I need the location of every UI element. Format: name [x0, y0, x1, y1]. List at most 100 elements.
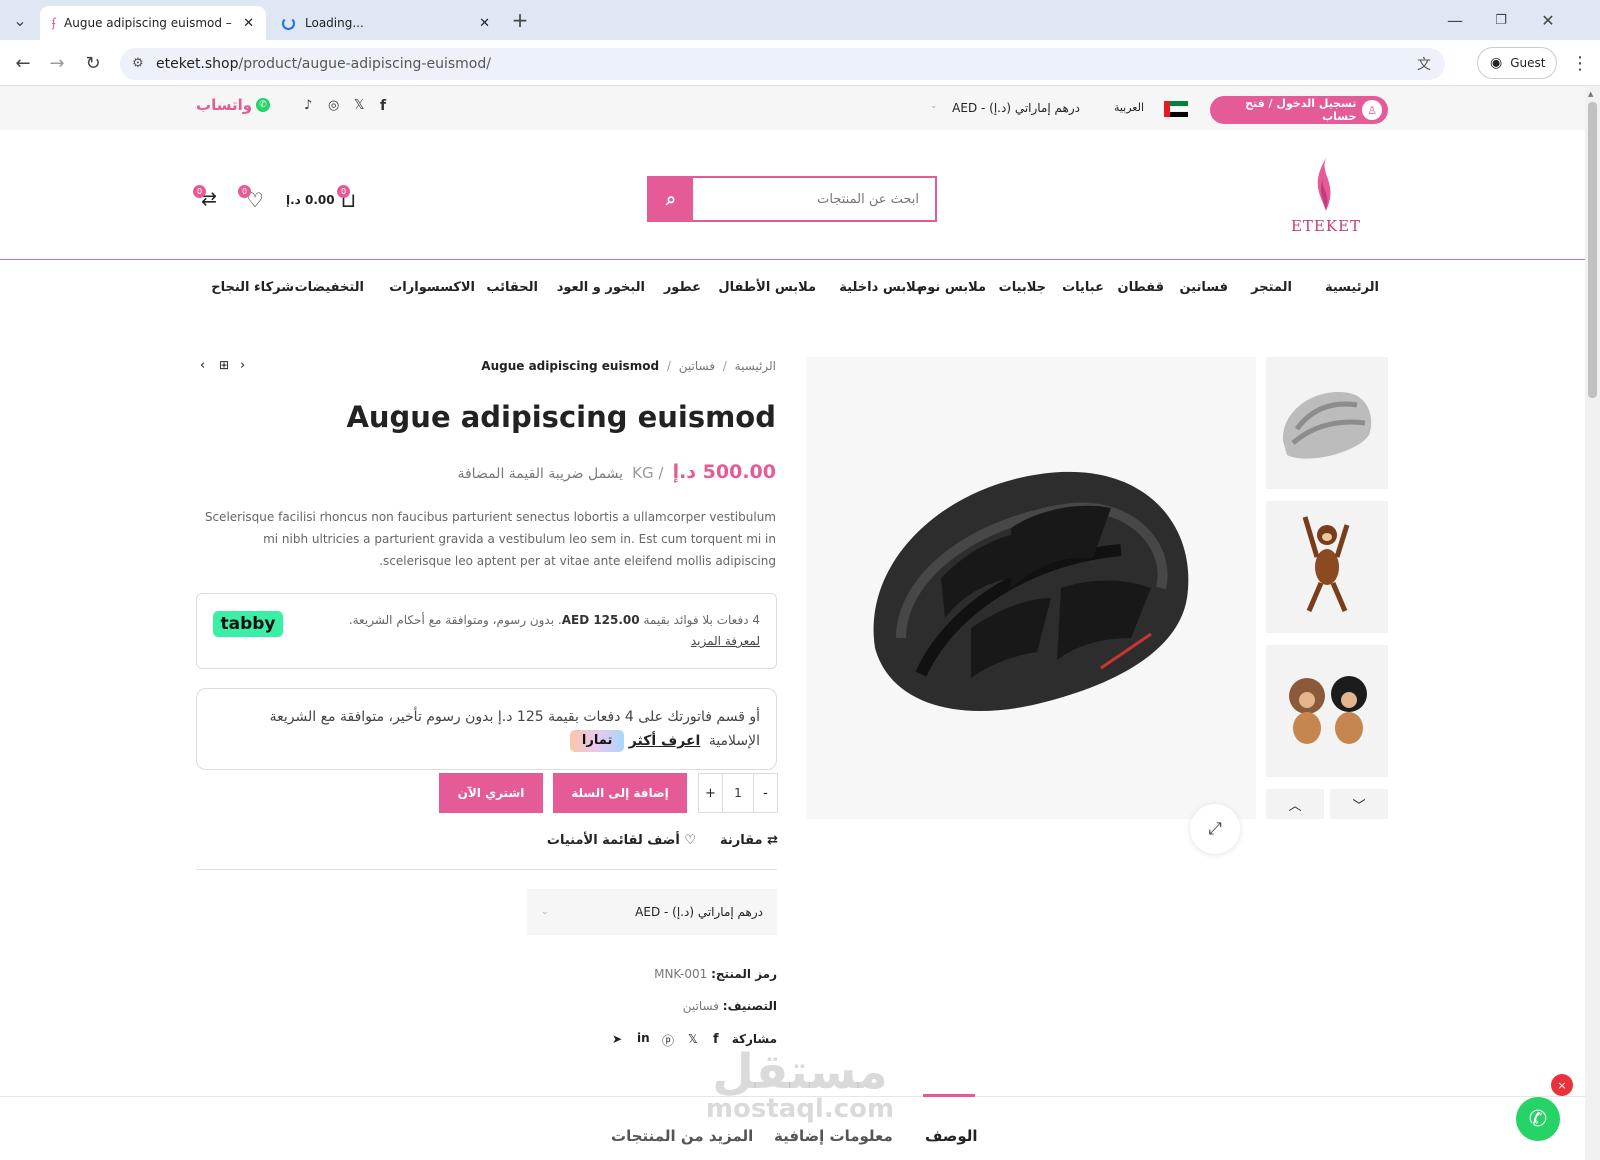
- language-switcher[interactable]: العربية: [1100, 101, 1144, 114]
- add-to-cart-button[interactable]: إضافة إلى السلة: [553, 773, 687, 813]
- browser-tab[interactable]: Loading... ✕: [270, 6, 502, 40]
- instagram-icon[interactable]: ◎: [328, 98, 339, 113]
- heart-icon: ♡: [684, 833, 696, 848]
- tab-more-products[interactable]: المزيد من المنتجات: [611, 1127, 753, 1145]
- whatsapp-chat-button[interactable]: ✆: [1516, 1097, 1560, 1141]
- compare-icon: ⇄: [767, 833, 778, 848]
- site-info-icon[interactable]: ⚙: [132, 56, 144, 71]
- pinterest-share-icon[interactable]: ⓟ: [662, 1032, 674, 1049]
- forward-icon[interactable]: →: [44, 50, 70, 76]
- gallery-thumbnail[interactable]: [1266, 645, 1388, 777]
- currency-switcher[interactable]: درهم إماراتي (د.إ) - AED: [930, 101, 1080, 115]
- page-scrollbar[interactable]: ▲: [1585, 86, 1600, 1160]
- quantity-input[interactable]: [723, 774, 753, 812]
- grid-icon[interactable]: ⊞: [219, 358, 229, 372]
- nav-item-partners[interactable]: شركاء النجاح: [211, 280, 294, 295]
- x-twitter-icon[interactable]: 𝕏: [354, 98, 364, 113]
- next-product-icon[interactable]: ›: [240, 358, 245, 373]
- breadcrumb-separator: /: [722, 359, 727, 373]
- linkedin-share-icon[interactable]: in: [637, 1031, 650, 1045]
- nav-item-underwear[interactable]: ملابس داخلية: [839, 280, 924, 295]
- facebook-icon[interactable]: f: [380, 98, 386, 114]
- restore-icon[interactable]: ❐: [1489, 8, 1513, 32]
- nav-item-sale[interactable]: التخفيضات: [295, 280, 364, 295]
- nav-item-abayas[interactable]: عبايات: [1062, 280, 1104, 295]
- nav-item-kids[interactable]: ملابس الأطفال: [718, 280, 816, 295]
- tab-additional-info[interactable]: معلومات إضافية: [774, 1127, 893, 1145]
- address-bar[interactable]: ⚙ eteket.shop/product/augue-adipiscing-e…: [120, 48, 1445, 80]
- close-chat-button[interactable]: ×: [1551, 1074, 1573, 1096]
- search-input[interactable]: [693, 178, 935, 220]
- tab-search-icon[interactable]: ⌄: [8, 8, 32, 32]
- gallery-thumbnail[interactable]: [1266, 357, 1388, 489]
- quantity-increase-button[interactable]: +: [699, 774, 723, 812]
- back-icon[interactable]: ←: [10, 50, 36, 76]
- tab-description[interactable]: الوصف: [925, 1127, 978, 1145]
- image-zoom-button[interactable]: ⤢: [1190, 804, 1240, 854]
- add-to-wishlist-link[interactable]: ♡ أضف لقائمة الأمنيات: [540, 833, 696, 848]
- close-window-icon[interactable]: ✕: [1536, 8, 1560, 32]
- nav-item-kaftan[interactable]: قفطان: [1117, 280, 1164, 295]
- tab-title: Loading...: [305, 16, 364, 30]
- price-amount: 500.00 د.إ: [672, 461, 776, 483]
- main-product-image[interactable]: [806, 357, 1256, 819]
- previous-product-icon[interactable]: ‹: [200, 358, 205, 373]
- product-sku: رمز المنتج: MNK-001: [600, 967, 777, 981]
- tab-title: Augue adipiscing euismod – إ ت: [64, 16, 235, 30]
- close-icon: ×: [1557, 1078, 1567, 1092]
- login-button[interactable]: ♙ تسجيل الدخول / فتح حساب: [1210, 96, 1388, 124]
- whatsapp-link[interactable]: واتساب ✆: [196, 96, 271, 114]
- tabby-learn-more-link[interactable]: لمعرفة المزيد: [691, 634, 760, 648]
- close-icon[interactable]: ✕: [479, 16, 490, 31]
- x-share-icon[interactable]: 𝕏: [688, 1032, 698, 1046]
- currency-select[interactable]: ⌄ درهم إماراتي (د.إ) - AED: [527, 889, 777, 935]
- menu-icon[interactable]: ⋮: [1568, 50, 1592, 76]
- profile-label: Guest: [1510, 56, 1546, 70]
- new-tab-icon[interactable]: +: [508, 8, 532, 32]
- nav-item-bags[interactable]: الحقائب: [486, 280, 538, 295]
- brand-name: ETEKET: [1290, 217, 1362, 235]
- scroll-up-icon[interactable]: ▲: [1588, 90, 1597, 98]
- tiktok-icon[interactable]: ♪: [304, 98, 312, 113]
- thumbnails-up-button[interactable]: ︿: [1266, 789, 1324, 819]
- tamara-widget: أو قسم فاتورتك على 4 دفعات بقيمة 125 د.إ…: [196, 688, 777, 770]
- tax-note: يشمل ضريبة القيمة المضافة: [457, 466, 624, 482]
- close-icon[interactable]: ✕: [243, 16, 254, 31]
- currency-select-value: درهم إماراتي (د.إ) - AED: [635, 905, 763, 919]
- search-button[interactable]: ⌕: [649, 178, 693, 220]
- compare-link[interactable]: ⇄ مقارنة: [700, 833, 778, 848]
- buy-now-button[interactable]: اشتري الآن: [439, 773, 543, 813]
- reload-icon[interactable]: ↻: [80, 50, 106, 76]
- brand-logo[interactable]: ETEKET: [1286, 153, 1366, 241]
- breadcrumb-category[interactable]: فساتين: [679, 359, 715, 373]
- nav-item-jalabiyas[interactable]: جلابيات: [999, 280, 1046, 295]
- cart-count-badge: 0: [337, 185, 350, 198]
- scrollbar-thumb[interactable]: [1588, 102, 1597, 398]
- nav-item-incense[interactable]: البخور و العود: [557, 280, 645, 295]
- category-label: التصنيف:: [722, 999, 777, 1013]
- nav-item-home[interactable]: الرئيسية: [1325, 280, 1379, 295]
- nav-item-nightwear[interactable]: ملابس نوم: [918, 280, 986, 295]
- profile-button[interactable]: ◉ Guest: [1477, 47, 1557, 79]
- cart-total: 0.00 د.إ: [286, 193, 335, 207]
- helmet-product-image: [873, 471, 1189, 712]
- sku-value: MNK-001: [654, 967, 708, 981]
- watermark: مستقل mostaql.com: [700, 1048, 900, 1122]
- nav-item-shop[interactable]: المتجر: [1251, 280, 1292, 295]
- thumbnails-down-button[interactable]: ﹀: [1330, 789, 1388, 819]
- category-link[interactable]: فساتين: [683, 999, 719, 1013]
- tamara-learn-more-link[interactable]: اعرف أكثر: [629, 733, 701, 749]
- tabby-text-pre: 4 دفعات بلا فوائد بقيمة: [643, 613, 760, 627]
- telegram-share-icon[interactable]: ➤: [612, 1032, 622, 1046]
- quantity-decrease-button[interactable]: -: [753, 774, 777, 812]
- translate-icon[interactable]: 文: [1417, 54, 1431, 74]
- nav-item-accessories[interactable]: الاكسسوارات: [389, 280, 475, 295]
- whatsapp-icon: ✆: [1528, 1106, 1548, 1132]
- breadcrumb-home[interactable]: الرئيسية: [735, 359, 776, 373]
- gallery-thumbnail[interactable]: [1266, 501, 1388, 633]
- tabby-widget: 4 دفعات بلا فوائد بقيمة AED 125.00. بدون…: [196, 593, 777, 669]
- minimize-icon[interactable]: —: [1443, 8, 1467, 32]
- nav-item-perfumes[interactable]: عطور: [664, 280, 701, 295]
- browser-tab-active[interactable]: ʄ Augue adipiscing euismod – إ ت ✕: [40, 6, 266, 40]
- nav-item-dresses[interactable]: فساتين: [1179, 280, 1228, 295]
